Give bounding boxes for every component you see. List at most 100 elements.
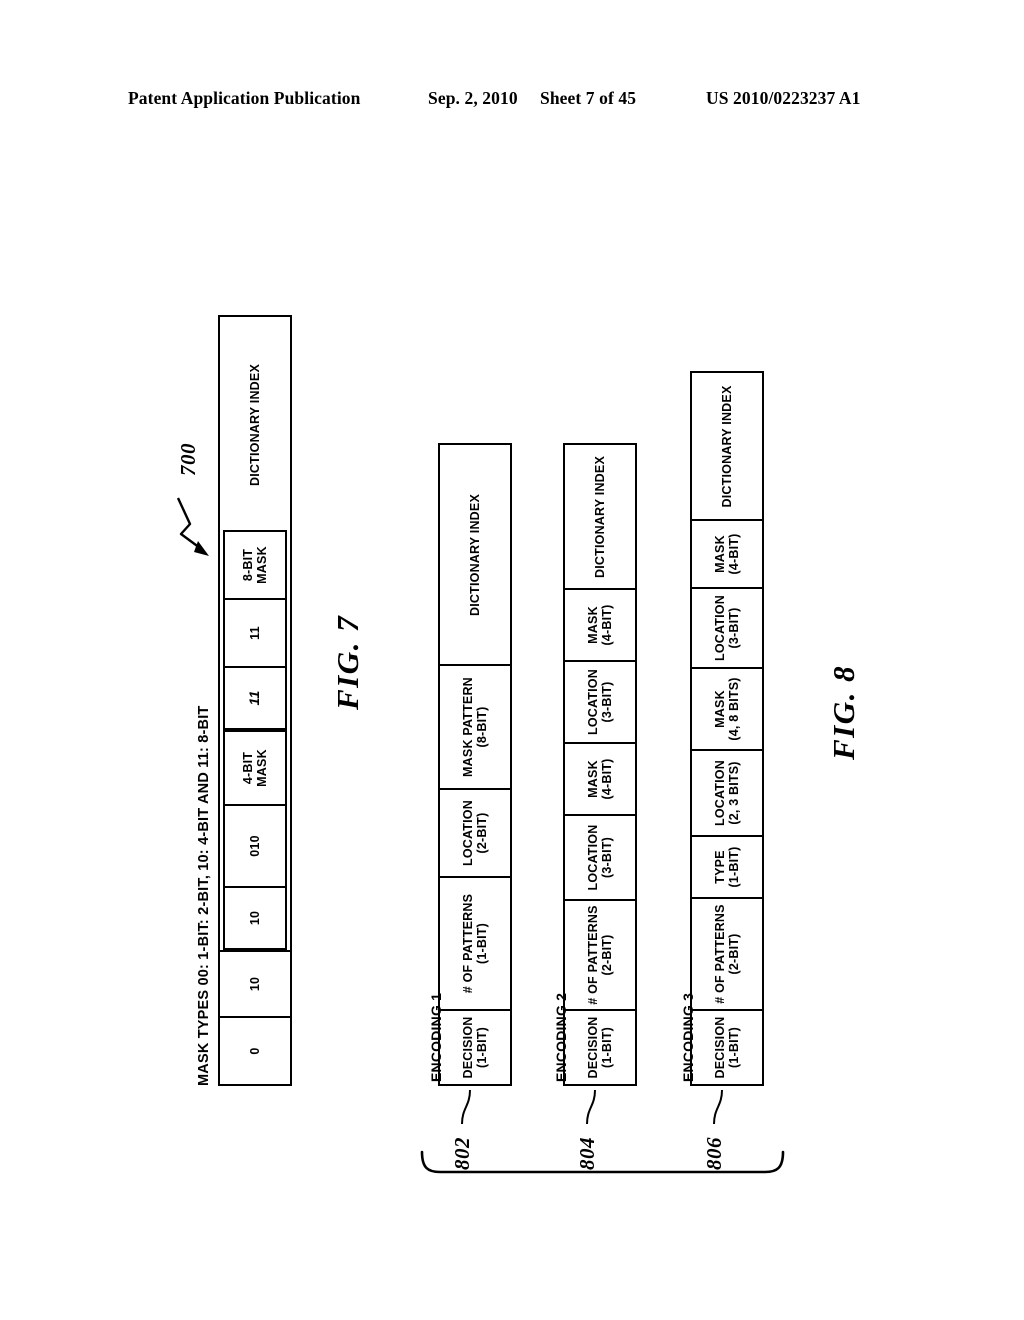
field-name: 10 (248, 910, 262, 926)
field-name: 0 (248, 1047, 262, 1055)
field-bitwidth: (3-BIT) (600, 681, 614, 723)
field-bitwidth: MASK (255, 546, 269, 584)
field-name: DICTIONARY INDEX (468, 494, 482, 616)
field-cell: LOCATION (2-BIT) (440, 788, 510, 876)
fig7-ref-700: 700 (176, 443, 200, 476)
field-cell: LOCATION (3-BIT) (692, 587, 762, 667)
enc3-label: ENCODING 3 (680, 992, 696, 1082)
fig7-label: FIG. 7 (330, 614, 365, 710)
field-cell: 8-BIT MASK (225, 532, 285, 598)
field-name: MASK (713, 535, 727, 573)
field-name: 4-BIT (241, 751, 255, 785)
fig7-lead-arrow (176, 497, 209, 556)
field-name: MASK (586, 606, 600, 644)
field-name: LOCATION (713, 760, 727, 826)
field-cell: # OF PATTERNS (2-BIT) (565, 899, 635, 1009)
enc3-ref-806: 806 (702, 1137, 726, 1170)
field-cell: # OF PATTERNS (2-BIT) (692, 897, 762, 1009)
header-patent-number: US 2010/0223237 A1 (706, 88, 861, 108)
enc2-leader (586, 1089, 596, 1125)
field-bitwidth: (8-BIT) (475, 706, 489, 748)
field-cell: TYPE (1-BIT) (692, 835, 762, 897)
mask-type-group: 11 11 8-BIT MASK (223, 530, 287, 730)
field-name: LOCATION (586, 824, 600, 891)
figure-leader-lines (176, 497, 785, 1174)
field-name: 11 (248, 626, 262, 640)
field-cell: MASK (4-BIT) (692, 519, 762, 587)
field-bitwidth: (4, 8 BITS) (727, 677, 741, 741)
field-name: 10 (248, 976, 262, 992)
enc2-label: ENCODING 2 (553, 992, 569, 1082)
field-bitwidth: (2-BIT) (600, 934, 614, 976)
fig8-label: FIG. 8 (826, 664, 861, 760)
field-name: # OF PATTERNS (713, 904, 727, 1004)
field-name: DICTIONARY INDEX (720, 385, 734, 508)
enc2-encoding-bar: DECISION (1-BIT) # OF PATTERNS (2-BIT) LOCAT… (563, 443, 637, 1086)
field-bitwidth: (2, 3 BITS) (727, 761, 741, 825)
field-name: DECISION (586, 1016, 600, 1079)
field-cell: # OF PATTERNS (1-BIT) (440, 876, 510, 1009)
field-cell: 0 (220, 1016, 290, 1084)
field-cell: DECISION (1-BIT) (440, 1009, 510, 1084)
enc3-encoding-bar: DECISION (1-BIT) # OF PATTERNS (2-BIT) TYPE(… (690, 371, 764, 1086)
page-header: Patent Application Publication Sep. 2, 2… (0, 88, 1024, 116)
fig7-mask-types-note: MASK TYPES 00: 1-BIT: 2-BIT, 10: 4-BIT A… (196, 705, 212, 1086)
field-cell: DICTIONARY INDEX (692, 374, 762, 519)
field-cell: 11 (225, 666, 285, 728)
field-bitwidth: (2-BIT) (727, 933, 741, 975)
field-name: LOCATION (586, 669, 600, 735)
field-cell: DICTIONARY INDEX (440, 446, 510, 664)
field-name: 11 (246, 690, 263, 706)
field-bitwidth: (1-BIT) (600, 1027, 614, 1068)
field-cell: DECISION (1-BIT) (565, 1009, 635, 1084)
field-bitwidth: (3-BIT) (600, 837, 614, 878)
enc1-label: ENCODING 1 (428, 992, 444, 1082)
field-name: DICTIONARY INDEX (593, 456, 607, 578)
header-publication: Patent Application Publication (128, 88, 361, 108)
field-bitwidth: (4-BIT) (727, 533, 741, 575)
field-bitwidth: (4-BIT) (600, 604, 614, 646)
field-cell: MASK (4, 8 BITS) (692, 667, 762, 749)
field-name: MASK (713, 690, 727, 728)
field-name: DECISION (461, 1016, 475, 1079)
field-name: DICTIONARY INDEX (248, 364, 262, 486)
field-bitwidth: MASK (255, 749, 269, 787)
field-name: MASK (586, 760, 600, 798)
field-cell: 010 (225, 804, 285, 886)
header-date: Sep. 2, 2010 (428, 88, 518, 108)
field-bitwidth: (1-BIT) (475, 923, 489, 964)
field-bitwidth: (3-BIT) (727, 607, 741, 649)
enc1-ref-802: 802 (450, 1137, 474, 1170)
field-cell: LOCATION (3-BIT) (565, 660, 635, 742)
field-cell: MASK PATTERN (8-BIT) (440, 664, 510, 788)
mask-type-group: 10 010 4-BIT MASK (223, 730, 287, 950)
field-bitwidth: (1-BIT) (727, 846, 741, 888)
enc2-ref-804: 804 (575, 1137, 599, 1170)
field-name: 010 (248, 835, 262, 857)
enc1-leader (461, 1089, 471, 1125)
field-cell: MASK (4-BIT) (565, 588, 635, 660)
enc3-leader (713, 1089, 723, 1125)
enc1-encoding-bar: DECISION (1-BIT) # OF PATTERNS (1-BIT) LOCAT… (438, 443, 512, 1086)
field-cell: 11 (225, 598, 285, 666)
fig7-encoding-bar: 0 10 10 010 4-BIT MASK 11 11 8-BIT MASK DICTIONARY… (218, 315, 292, 1086)
field-cell: 4-BIT MASK (225, 732, 285, 804)
field-name: LOCATION (461, 800, 475, 866)
field-bitwidth: (1-BIT) (727, 1027, 741, 1068)
field-bitwidth: (2-BIT) (475, 812, 489, 854)
field-cell: DICTIONARY INDEX (565, 446, 635, 588)
field-name: # OF PATTERNS (461, 893, 475, 994)
field-bitwidth: (4-BIT) (600, 758, 614, 800)
field-name: # OF PATTERNS (586, 905, 600, 1005)
field-cell: DICTIONARY INDEX (220, 320, 290, 530)
field-cell: LOCATION (2, 3 BITS) (692, 749, 762, 835)
field-name: MASK PATTERN (461, 677, 475, 777)
field-name: 8-BIT (241, 548, 255, 582)
field-cell: DECISION (1-BIT) (692, 1009, 762, 1084)
field-cell: MASK (4-BIT) (565, 742, 635, 814)
header-sheet: Sheet 7 of 45 (540, 88, 637, 108)
fig8-group-brace (420, 1150, 785, 1174)
field-name: LOCATION (713, 595, 727, 661)
field-cell: LOCATION (3-BIT) (565, 814, 635, 899)
field-bitwidth: (1-BIT) (475, 1027, 489, 1068)
